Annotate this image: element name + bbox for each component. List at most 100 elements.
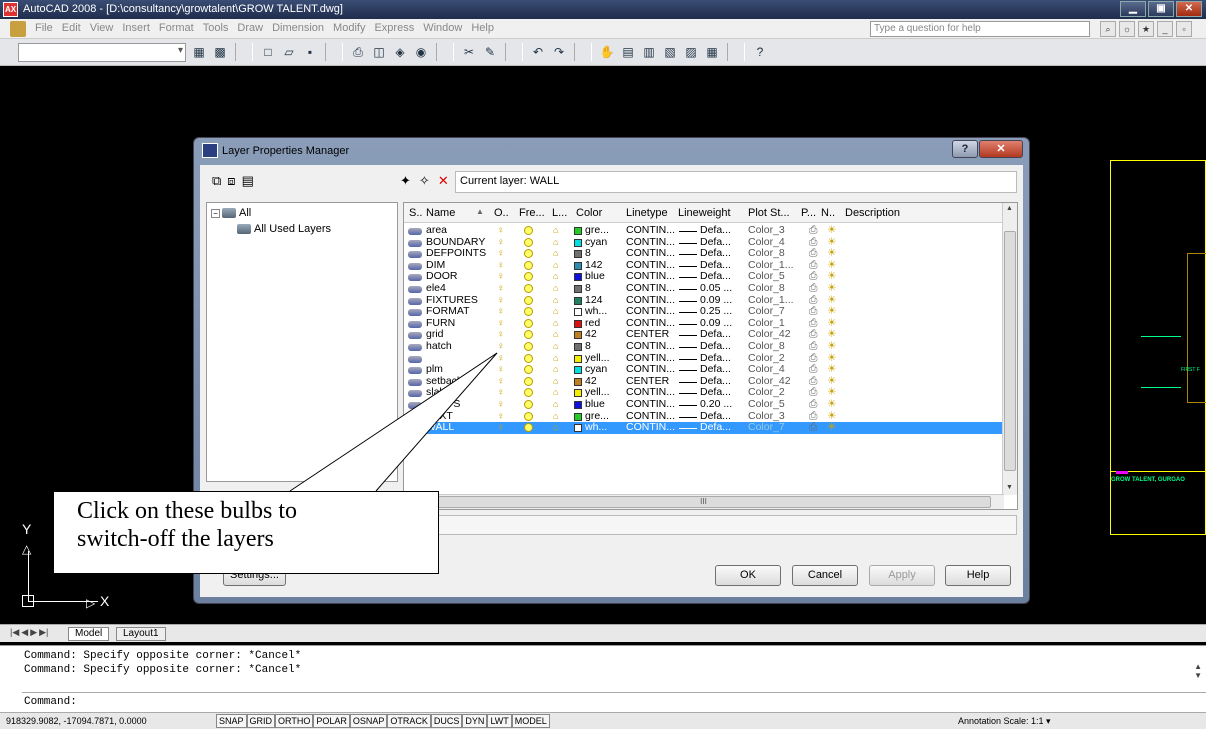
color-swatch[interactable] [574, 331, 582, 340]
toggle-lwt[interactable]: LWT [487, 714, 512, 728]
on-off-bulb-icon[interactable]: ♀ [497, 411, 505, 423]
lock-icon[interactable]: ⌂ [553, 225, 558, 237]
color-swatch[interactable] [574, 227, 582, 235]
on-off-bulb-icon[interactable]: ♀ [497, 248, 505, 260]
layer-name[interactable]: hatch [426, 340, 452, 353]
favorites-icon[interactable]: ★ [1138, 21, 1154, 37]
layer-linetype[interactable]: CONTIN... [626, 306, 675, 318]
command-input[interactable]: Command: [24, 696, 77, 708]
annotation-scale[interactable]: Annotation Scale: 1:1 ▾ [958, 716, 1051, 727]
color-swatch[interactable] [574, 296, 582, 305]
scroll-up-icon[interactable]: ▲ [1006, 205, 1013, 212]
dialog-help-button[interactable]: ? [952, 140, 978, 158]
doc-minimize-button[interactable]: _ [1157, 21, 1173, 37]
doc-restore-button[interactable]: ▫ [1176, 21, 1192, 37]
on-off-bulb-icon[interactable]: ♀ [497, 376, 505, 388]
color-swatch[interactable] [574, 273, 582, 282]
layer-plot-style[interactable]: Color_7 [748, 421, 785, 434]
last-tab-icon[interactable]: ▶| [39, 627, 48, 638]
layer-row[interactable]: WALL ♀ ⌂ wh... CONTIN... Defa... Color_7 ⎙ ☀ [404, 421, 1004, 434]
layer-color[interactable]: 8 [585, 340, 591, 353]
freeze-sun-icon[interactable] [524, 411, 533, 421]
layer-row[interactable]: FORMAT ♀ ⌂ wh... CONTIN... 0.25 ... Color_7 ⎙ ☀ [404, 306, 1004, 318]
workspace-icon[interactable]: ▩ [211, 43, 229, 61]
freeze-sun-icon[interactable] [524, 295, 533, 305]
new-layer-vp-frozen-icon[interactable]: ✧ [419, 173, 430, 189]
on-off-bulb-icon[interactable]: ♀ [497, 260, 505, 272]
freeze-sun-icon[interactable] [524, 376, 533, 386]
layer-list-hscroll[interactable]: III [404, 494, 1004, 509]
layer-color[interactable]: wh... [585, 421, 607, 434]
layer-plot-style[interactable]: Color_7 [748, 306, 785, 318]
layer-linetype[interactable]: CONTIN... [626, 282, 675, 295]
new-vp-freeze-icon[interactable]: ☀ [827, 398, 836, 411]
new-vp-freeze-icon[interactable]: ☀ [827, 224, 836, 237]
menu-view[interactable]: View [90, 22, 114, 34]
on-off-bulb-icon[interactable]: ♀ [497, 353, 505, 365]
toggle-polar[interactable]: POLAR [313, 714, 350, 728]
new-vp-freeze-icon[interactable]: ☀ [827, 340, 836, 353]
minimize-button[interactable]: ▁ [1120, 1, 1146, 17]
layer-lineweight[interactable]: 0.05 ... [700, 282, 732, 295]
plot-printer-icon[interactable]: ⎙ [809, 306, 817, 318]
new-file-icon[interactable]: □ [259, 43, 277, 61]
color-swatch[interactable] [574, 250, 582, 259]
layer-lineweight[interactable]: Defa... [700, 224, 731, 237]
col-on[interactable]: O.. [494, 207, 509, 219]
col-color[interactable]: Color [576, 207, 602, 219]
on-off-bulb-icon[interactable]: ♀ [497, 422, 505, 434]
delete-layer-icon[interactable]: ✕ [438, 173, 449, 189]
col-status[interactable]: S.. [409, 207, 422, 219]
3d-dwf-icon[interactable]: ◉ [412, 43, 430, 61]
layer-lineweight[interactable]: Defa... [700, 364, 731, 376]
dialog-close-button[interactable]: ✕ [979, 140, 1023, 158]
layer-name[interactable]: WALL [426, 421, 454, 434]
lock-icon[interactable]: ⌂ [553, 283, 558, 295]
col-plot-style[interactable]: Plot St... [748, 207, 790, 219]
col-linetype[interactable]: Linetype [626, 207, 668, 219]
plot-icon[interactable]: ⎙ [349, 43, 367, 61]
color-swatch[interactable] [574, 308, 582, 317]
plot-preview-icon[interactable]: ◫ [370, 43, 388, 61]
layer-lineweight[interactable]: 0.25 ... [700, 306, 732, 318]
ok-button[interactable]: OK [715, 565, 781, 586]
on-off-bulb-icon[interactable]: ♀ [497, 341, 505, 353]
lock-icon[interactable]: ⌂ [553, 422, 558, 434]
new-vp-freeze-icon[interactable]: ☀ [827, 421, 836, 434]
layer-row[interactable]: plm ♀ ⌂ cyan CONTIN... Defa... Color_4 ⎙ ☀ [404, 364, 1004, 376]
freeze-sun-icon[interactable] [524, 330, 533, 340]
layer-name[interactable]: area [426, 224, 447, 237]
layer-states-manager-icon[interactable]: ▤ [242, 173, 254, 189]
layer-color[interactable]: 8 [585, 282, 591, 295]
lock-icon[interactable]: ⌂ [553, 341, 558, 353]
lock-icon[interactable]: ⌂ [553, 399, 558, 411]
lock-icon[interactable]: ⌂ [553, 376, 558, 388]
maximize-button[interactable]: ▣ [1148, 1, 1174, 17]
layer-linetype[interactable]: CONTIN... [626, 340, 675, 353]
cut-icon[interactable]: ✂ [460, 43, 478, 61]
menu-insert[interactable]: Insert [122, 22, 150, 34]
scroll-thumb[interactable] [1004, 231, 1016, 471]
tool-palettes-icon[interactable]: ▧ [661, 43, 679, 61]
layer-color[interactable]: wh... [585, 306, 607, 318]
lock-icon[interactable]: ⌂ [553, 329, 558, 341]
publish-icon[interactable]: ◈ [391, 43, 409, 61]
freeze-sun-icon[interactable] [524, 226, 533, 235]
command-scroll-icon[interactable]: ▲ ▼ [1194, 662, 1202, 680]
layer-plot-style[interactable]: Color_5 [748, 398, 785, 411]
color-swatch[interactable] [574, 424, 582, 433]
on-off-bulb-icon[interactable]: ♀ [497, 295, 505, 307]
col-freeze[interactable]: Fre... [519, 207, 545, 219]
first-tab-icon[interactable]: |◀ [10, 627, 19, 638]
tab-layout1[interactable]: Layout1 [116, 627, 166, 641]
layer-linetype[interactable]: CONTIN... [626, 398, 675, 411]
toggle-ortho[interactable]: ORTHO [275, 714, 314, 728]
lock-icon[interactable]: ⌂ [553, 237, 558, 249]
on-off-bulb-icon[interactable]: ♀ [497, 306, 505, 318]
plot-printer-icon[interactable]: ⎙ [809, 340, 817, 353]
lock-icon[interactable]: ⌂ [553, 306, 558, 318]
freeze-sun-icon[interactable] [524, 341, 533, 351]
tree-item-all-used-layers[interactable]: All Used Layers [237, 223, 331, 235]
color-swatch[interactable] [574, 284, 582, 293]
redo-icon[interactable]: ↷ [550, 43, 568, 61]
